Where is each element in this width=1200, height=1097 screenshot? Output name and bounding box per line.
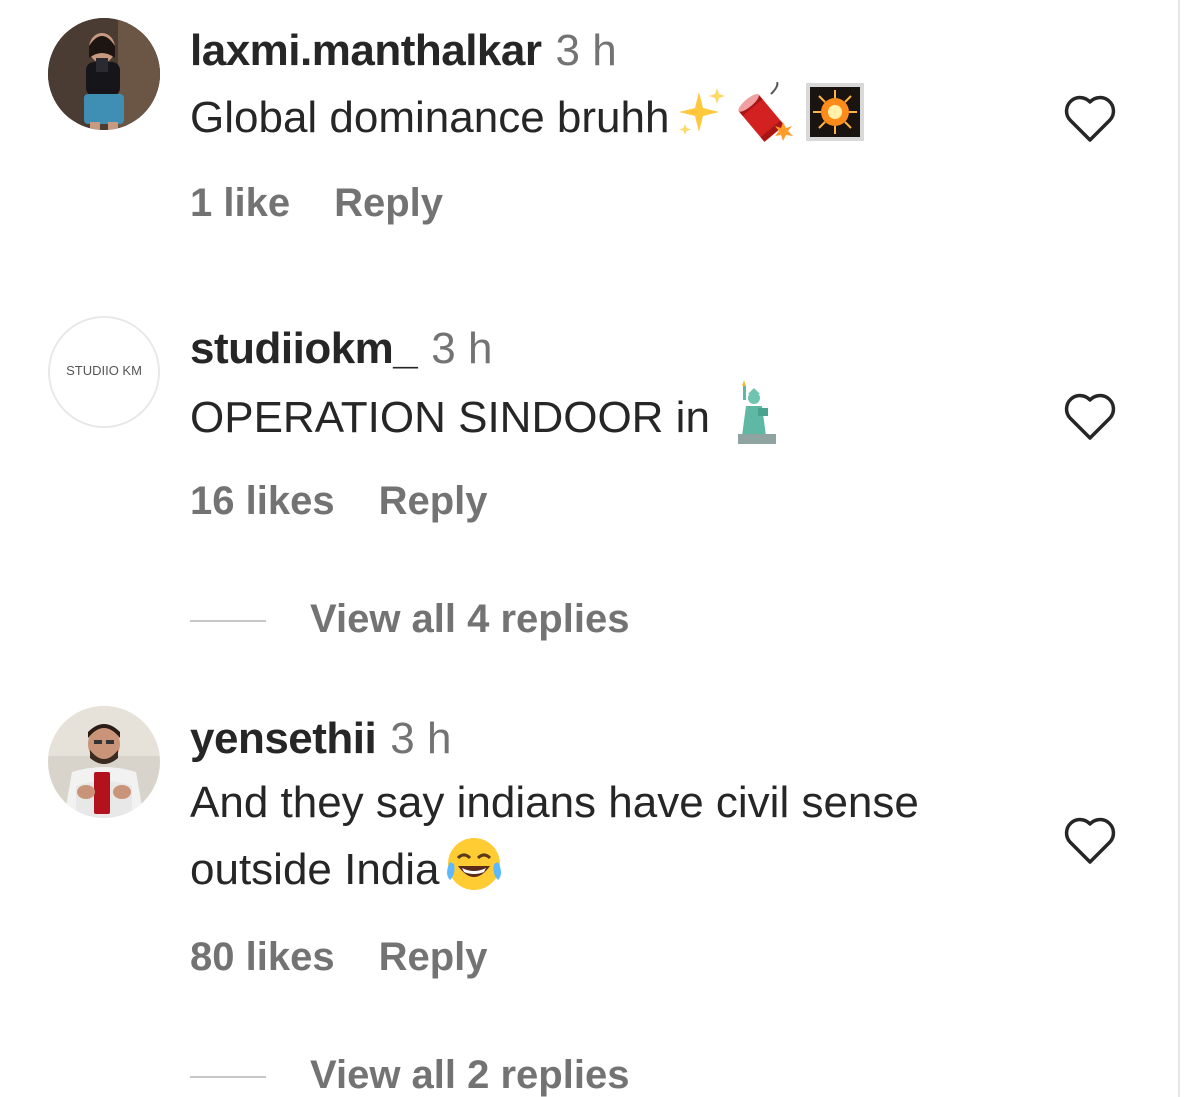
comment-header: studiiokm_ 3 h (190, 324, 492, 374)
like-count[interactable]: 80 likes (190, 935, 335, 979)
username-link[interactable]: laxmi.manthalkar (190, 26, 542, 75)
reply-button[interactable]: Reply (379, 479, 488, 523)
view-replies-button[interactable]: View all 4 replies (190, 596, 629, 642)
comment-body: OPERATION SINDOOR in (190, 393, 710, 443)
like-count[interactable]: 16 likes (190, 479, 335, 523)
username-link[interactable]: studiiokm_ (190, 324, 418, 373)
avatar[interactable]: STUDIIO KM (48, 316, 160, 428)
timestamp[interactable]: 3 h (556, 26, 617, 75)
view-replies-button[interactable]: View all 2 replies (190, 1052, 629, 1097)
statue-of-liberty-icon (732, 380, 782, 461)
heart-outline-icon[interactable] (1062, 814, 1118, 866)
avatar-logo-text: STUDIIO KM (66, 363, 142, 378)
comment-actions: 80 likes Reply (190, 934, 488, 980)
comment-item: laxmi.manthalkar 3 h Global dominance bru… (0, 0, 1170, 260)
view-replies-label: View all 2 replies (310, 1053, 630, 1097)
comment-text: OPERATION SINDOOR in (190, 380, 1050, 461)
comment-item: STUDIIO KM studiiokm_ 3 h OPERATION SINDO… (0, 300, 1170, 660)
panel-border (1178, 0, 1180, 1097)
comment-header: yensethii 3 h (190, 714, 451, 764)
heart-outline-icon[interactable] (1062, 92, 1118, 144)
timestamp[interactable]: 3 h (390, 714, 451, 763)
timestamp[interactable]: 3 h (431, 324, 492, 373)
view-replies-label: View all 4 replies (310, 597, 630, 641)
reply-button[interactable]: Reply (379, 935, 488, 979)
like-count[interactable]: 1 like (190, 181, 290, 225)
avatar[interactable] (48, 706, 160, 818)
comment-text: Global dominance bruhh (190, 81, 1050, 159)
username-link[interactable]: yensethii (190, 714, 377, 763)
replies-divider-line (190, 1076, 266, 1079)
face-with-tears-of-joy-icon (444, 834, 504, 911)
comments-panel: laxmi.manthalkar 3 h Global dominance bru… (0, 0, 1200, 1097)
comment-text: And they say indians have civil sense ou… (190, 772, 1050, 911)
comment-actions: 16 likes Reply (190, 478, 488, 524)
comment-body-line-2: outside India (190, 845, 440, 895)
sparkles-icon (673, 84, 729, 157)
comment-header: laxmi.manthalkar 3 h (190, 26, 617, 76)
comment-item: yensethii 3 h And they say indians have c… (0, 690, 1170, 1097)
heart-outline-icon[interactable] (1062, 390, 1118, 442)
comment-body: Global dominance bruhh (190, 93, 670, 143)
comment-actions: 1 like Reply (190, 180, 443, 226)
replies-divider-line (190, 620, 266, 623)
reply-button[interactable]: Reply (334, 181, 443, 225)
fireworks-icon (805, 82, 865, 159)
comment-body-line-2-wrap: outside India (190, 834, 1050, 911)
avatar[interactable] (48, 18, 160, 130)
firecracker-icon (733, 81, 795, 159)
comment-body-line-1: And they say indians have civil sense (190, 778, 919, 827)
